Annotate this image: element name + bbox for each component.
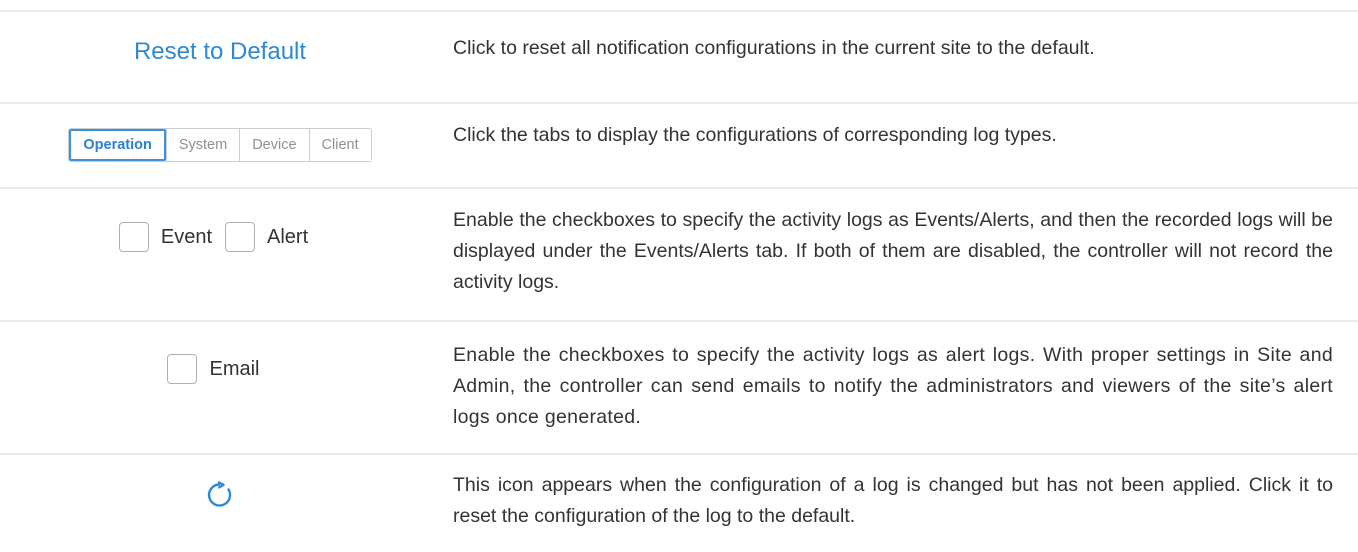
email-checkbox-label: Email xyxy=(209,357,260,380)
email-checkbox-group: Email xyxy=(167,354,272,384)
table-row: Reset to Default Click to reset all noti… xyxy=(0,10,1358,104)
row-description: Click the tabs to display the configurat… xyxy=(453,124,1057,146)
tab-client[interactable]: Client xyxy=(308,129,371,161)
event-checkbox[interactable] xyxy=(118,222,149,252)
row-description: This icon appears when the configuration… xyxy=(453,474,1333,527)
event-alert-checkboxes: Event Alert xyxy=(118,222,321,252)
email-checkbox[interactable] xyxy=(167,354,198,384)
log-type-tabs: Operation System Device Client xyxy=(68,128,372,162)
table-row: This icon appears when the configuration… xyxy=(0,455,1358,552)
tab-system[interactable]: System xyxy=(165,129,240,161)
alert-checkbox[interactable] xyxy=(225,222,256,252)
row-description: Enable the checkboxes to specify the act… xyxy=(453,344,1333,428)
refresh-icon[interactable] xyxy=(205,480,235,510)
table-row: Operation System Device Client Click the… xyxy=(0,102,1358,189)
tab-device[interactable]: Device xyxy=(239,129,309,161)
table-row: Event Alert Enable the checkboxes to spe… xyxy=(0,189,1358,322)
row-description: Enable the checkboxes to specify the act… xyxy=(453,209,1333,293)
alert-checkbox-label: Alert xyxy=(267,225,309,248)
row-description: Click to reset all notification configur… xyxy=(453,37,1095,59)
tab-operation[interactable]: Operation xyxy=(69,129,166,161)
table-row: Email Enable the checkboxes to specify t… xyxy=(0,322,1358,455)
event-checkbox-label: Event xyxy=(160,225,213,248)
reset-to-default-link[interactable]: Reset to Default xyxy=(134,38,306,66)
